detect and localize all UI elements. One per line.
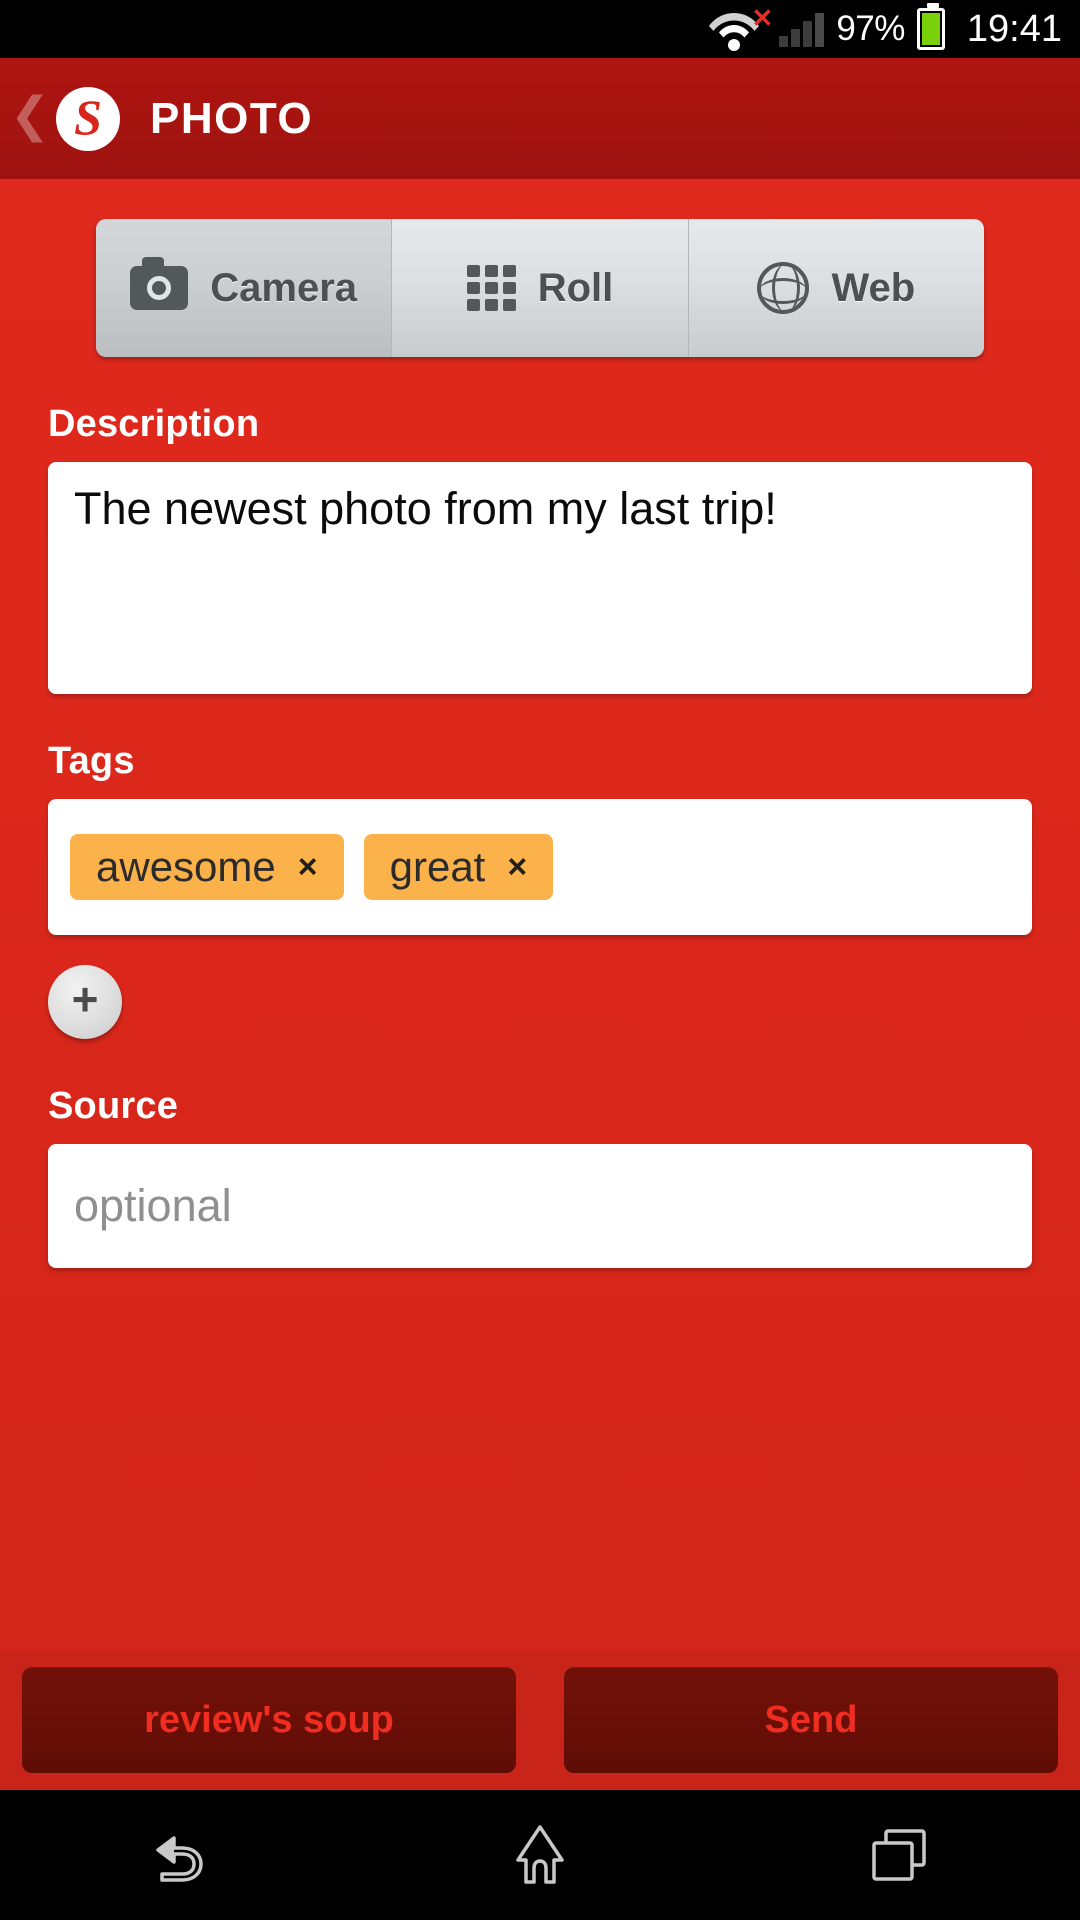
- tab-web-label: Web: [831, 265, 916, 310]
- tags-label: Tags: [48, 740, 135, 782]
- back-chevron-icon[interactable]: ❮: [10, 58, 50, 179]
- app-header: ❮ S PHOTO: [0, 58, 1080, 179]
- tab-camera[interactable]: Camera: [96, 219, 393, 357]
- action-bar: review's soup Send: [0, 1650, 1080, 1790]
- android-recents-icon[interactable]: [820, 1790, 980, 1920]
- android-nav-bar: [0, 1790, 1080, 1920]
- app-screen: ✕ 97% 19:41 ❮ S PHOTO Camera Roll Web De…: [0, 0, 1080, 1920]
- page-title: PHOTO: [150, 93, 314, 143]
- wifi-icon: ✕: [707, 5, 773, 51]
- description-label: Description: [48, 403, 260, 445]
- cellular-signal-icon: [779, 11, 825, 47]
- main-content: Camera Roll Web Description The newest p…: [0, 179, 1080, 1650]
- tag-chip[interactable]: awesome ×: [70, 834, 344, 900]
- android-back-icon[interactable]: [100, 1790, 260, 1920]
- tags-input[interactable]: awesome × great ×: [48, 799, 1032, 935]
- source-label: Source: [48, 1085, 179, 1127]
- logo-letter: S: [74, 89, 102, 145]
- tag-label: awesome: [96, 843, 276, 890]
- tag-remove-icon[interactable]: ×: [507, 850, 527, 884]
- tab-camera-label: Camera: [210, 265, 358, 310]
- status-bar-clock: 19:41: [966, 7, 1062, 50]
- target-soup-button[interactable]: review's soup: [22, 1667, 516, 1773]
- description-value: The newest photo from my last trip!: [74, 483, 777, 534]
- send-button[interactable]: Send: [564, 1667, 1058, 1773]
- photo-source-tabs: Camera Roll Web: [96, 219, 984, 357]
- tab-roll-label: Roll: [537, 265, 614, 310]
- battery-percent-label: 97%: [836, 9, 905, 48]
- tab-web[interactable]: Web: [688, 219, 984, 357]
- status-bar-right-group: ✕ 97% 19:41: [707, 3, 1062, 51]
- source-input[interactable]: optional: [48, 1144, 1032, 1268]
- description-input[interactable]: The newest photo from my last trip!: [48, 462, 1032, 694]
- tag-label: great: [389, 843, 486, 890]
- source-placeholder: optional: [74, 1180, 232, 1231]
- tab-roll[interactable]: Roll: [392, 219, 689, 357]
- soup-logo-icon: S: [56, 86, 120, 151]
- camera-icon: [130, 257, 189, 310]
- android-home-icon[interactable]: [460, 1790, 620, 1920]
- status-bar: ✕ 97% 19:41: [0, 0, 1080, 58]
- globe-icon: [757, 262, 810, 314]
- tag-remove-icon[interactable]: ×: [298, 850, 318, 884]
- battery-icon: [916, 3, 945, 50]
- tag-chip[interactable]: great ×: [363, 834, 554, 900]
- grid-icon: [466, 265, 516, 311]
- add-tag-button[interactable]: +: [48, 965, 122, 1039]
- wifi-error-x-icon: ✕: [751, 3, 774, 33]
